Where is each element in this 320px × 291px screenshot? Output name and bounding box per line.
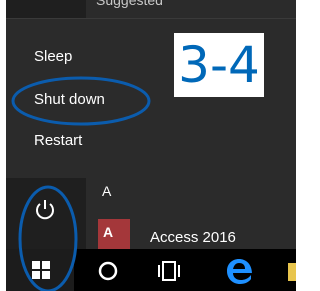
task-view-icon[interactable] [156, 259, 182, 283]
taskbar [6, 249, 296, 291]
access-app-icon: A [98, 219, 130, 249]
suggested-heading: Suggested [96, 0, 163, 8]
app-name: Access 2016 [150, 229, 236, 246]
app-list-item-access[interactable]: A Access 2016 [98, 217, 296, 249]
sleep-menu-item[interactable]: Sleep [34, 48, 72, 65]
menu-divider [6, 18, 296, 19]
windows-logo-icon [32, 261, 50, 279]
file-explorer-icon[interactable] [288, 263, 296, 281]
shut-down-menu-item[interactable]: Shut down [34, 91, 105, 108]
screenshot: Suggested Sleep Shut down Restart 3-4 A … [6, 0, 296, 291]
cortana-search-icon[interactable] [96, 259, 120, 283]
power-icon[interactable] [32, 197, 58, 223]
access-icon-letter: A [103, 224, 114, 240]
start-button[interactable] [6, 249, 74, 291]
step-number-label: 3-4 [174, 33, 264, 97]
restart-menu-item[interactable]: Restart [34, 132, 82, 149]
edge-browser-icon[interactable] [224, 255, 256, 287]
apps-section-letter: A [102, 183, 112, 199]
